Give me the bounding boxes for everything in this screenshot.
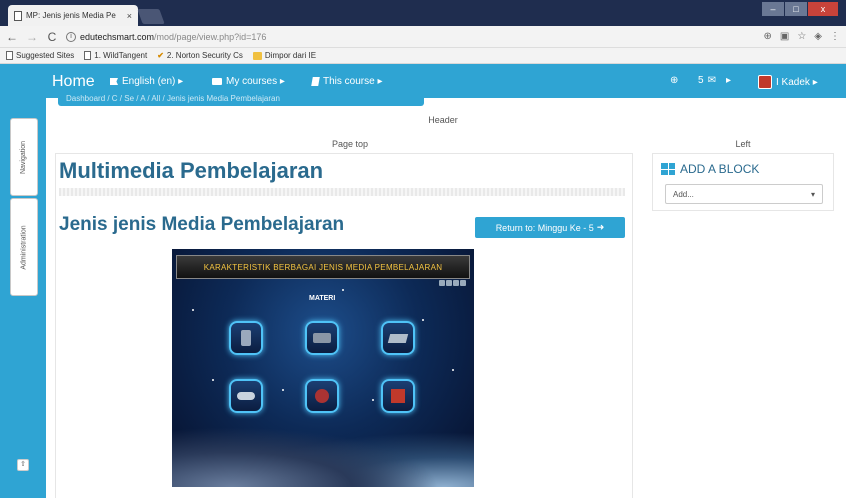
media-banner-text: KARAKTERISTIK BERBAGAI JENIS MEDIA PEMBE… [203, 262, 443, 272]
translate-icon[interactable]: ▣ [780, 31, 789, 42]
page-icon [84, 51, 92, 60]
media-image[interactable]: KARAKTERISTIK BERBAGAI JENIS MEDIA PEMBE… [172, 249, 474, 487]
messages-count: 5 [698, 75, 704, 86]
check-icon: ✔ [157, 51, 164, 60]
return-button[interactable]: Return to: Minggu Ke - 5 ➜ [475, 217, 625, 238]
media-laptop-icon[interactable] [381, 321, 415, 355]
this-course-label: This course ▸ [323, 76, 383, 87]
sign-in-icon: ➜ [596, 222, 605, 232]
close-window-button[interactable]: x [808, 2, 838, 16]
grid-icon [661, 163, 675, 175]
dock-tab-label: Administration [20, 224, 28, 270]
url-field[interactable]: i edutechsmart.com/mod/page/view.php?id=… [66, 28, 755, 46]
browser-tab[interactable]: MP: Jenis jenis Media Pe × [8, 5, 138, 26]
bookmark-imported[interactable]: Dimpor dari IE [252, 51, 317, 60]
bookmark-label: 2. Norton Security Cs [166, 51, 243, 60]
home-link[interactable]: Home [52, 73, 95, 91]
dock-tab-navigation[interactable]: Navigation [10, 118, 38, 196]
media-print-icon[interactable] [229, 321, 263, 355]
avatar [758, 75, 772, 89]
region-left-label: Left [735, 139, 751, 149]
back-icon[interactable]: ← [6, 30, 18, 44]
this-course-menu[interactable]: This course ▸ [311, 76, 383, 87]
language-label: English (en) ▸ [122, 76, 184, 87]
info-icon[interactable]: i [66, 31, 76, 42]
messages-menu[interactable]: 5 ✉ ▸ [698, 75, 731, 86]
add-block-select[interactable]: Add... ▾ [665, 184, 823, 204]
minimize-button[interactable]: – [762, 2, 784, 16]
notifications-menu[interactable]: ⊕ [670, 75, 678, 86]
envelope-icon: ✉ [707, 75, 716, 86]
region-page-top-label: Page top [331, 139, 369, 149]
media-controls [439, 280, 466, 286]
media-control-icon[interactable] [439, 280, 445, 286]
add-block-title: ADD A BLOCK [661, 162, 759, 176]
extension-icon[interactable]: ◈ [814, 31, 822, 42]
toolbar-icons: ⊕ ▣ ☆ ◈ ⋮ [763, 31, 840, 42]
return-button-label: Return to: Minggu Ke - 5 [495, 222, 594, 233]
gear-icon: ⊕ [670, 75, 679, 86]
tab-title: MP: Jenis jenis Media Pe [26, 11, 116, 20]
user-menu[interactable]: I Kadek ▸ [758, 75, 818, 89]
new-tab-button[interactable] [137, 9, 165, 24]
dock-tab-label: Navigation [20, 140, 28, 174]
media-control-icon[interactable] [446, 280, 452, 286]
course-title: Multimedia Pembelajaran [59, 158, 324, 183]
bookmark-label: Dimpor dari IE [264, 51, 317, 60]
my-courses-label: My courses ▸ [226, 76, 285, 87]
media-audio-icon[interactable] [229, 379, 263, 413]
bookmarks-bar: Suggested Sites 1. WildTangent ✔ 2. Nort… [0, 48, 846, 64]
media-decoration [172, 417, 474, 487]
media-package-icon[interactable] [381, 379, 415, 413]
folder-icon [252, 51, 262, 60]
maximize-button[interactable]: □ [785, 2, 807, 16]
bookmark-label: 1. WildTangent [94, 51, 148, 60]
browser-titlebar: MP: Jenis jenis Media Pe × – □ x [0, 0, 846, 26]
zoom-icon[interactable]: ⊕ [763, 31, 771, 42]
flag-icon [110, 78, 118, 85]
media-projector-icon[interactable] [305, 321, 339, 355]
media-record-icon[interactable] [305, 379, 339, 413]
chevron-right-icon: ▸ [725, 75, 731, 86]
star-icon[interactable]: ☆ [797, 31, 806, 42]
address-bar: ← → C i edutechsmart.com/mod/page/view.p… [0, 26, 846, 48]
add-block-title-text: ADD A BLOCK [680, 162, 760, 176]
bookmark-suggested-sites[interactable]: Suggested Sites [6, 51, 74, 60]
courses-icon [212, 78, 222, 85]
reload-icon[interactable]: C [46, 30, 58, 44]
user-name: I Kadek ▸ [776, 76, 818, 88]
add-block: ADD A BLOCK Add... ▾ [652, 153, 834, 211]
divider [59, 188, 625, 196]
tab-close-icon[interactable]: × [127, 11, 132, 21]
media-heading: MATERI [309, 295, 336, 302]
book-icon [311, 77, 320, 86]
dock-tab-administration[interactable]: Administration [10, 198, 38, 296]
page-icon [6, 51, 13, 60]
media-control-icon[interactable] [460, 280, 466, 286]
page-title: Jenis jenis Media Pembelajaran [59, 214, 345, 235]
bookmark-label: Suggested Sites [16, 51, 75, 60]
add-block-select-value: Add... [673, 189, 694, 199]
media-banner: KARAKTERISTIK BERBAGAI JENIS MEDIA PEMBE… [176, 255, 470, 279]
breadcrumb[interactable]: Dashboard / C / Se / A / All / Jenis jen… [58, 95, 424, 106]
my-courses-menu[interactable]: My courses ▸ [212, 76, 285, 87]
bookmark-norton[interactable]: ✔ 2. Norton Security Cs [157, 51, 243, 60]
window-controls: – □ x [762, 2, 838, 16]
chevron-down-icon: ▾ [810, 189, 815, 199]
media-control-icon[interactable] [453, 280, 459, 286]
forward-icon[interactable]: → [26, 30, 38, 44]
url-domain: edutechsmart.com [80, 31, 155, 42]
menu-icon[interactable]: ⋮ [830, 31, 840, 42]
page-icon [14, 10, 22, 21]
region-header-label: Header [428, 115, 458, 125]
dock-toggle-icon[interactable]: ⇧ [17, 459, 29, 471]
bookmark-wildtangent[interactable]: 1. WildTangent [84, 51, 147, 60]
site-navbar: Home English (en) ▸ My courses ▸ This co… [0, 64, 846, 98]
url-path: /mod/page/view.php?id=176 [154, 31, 267, 42]
language-menu[interactable]: English (en) ▸ [110, 76, 183, 87]
